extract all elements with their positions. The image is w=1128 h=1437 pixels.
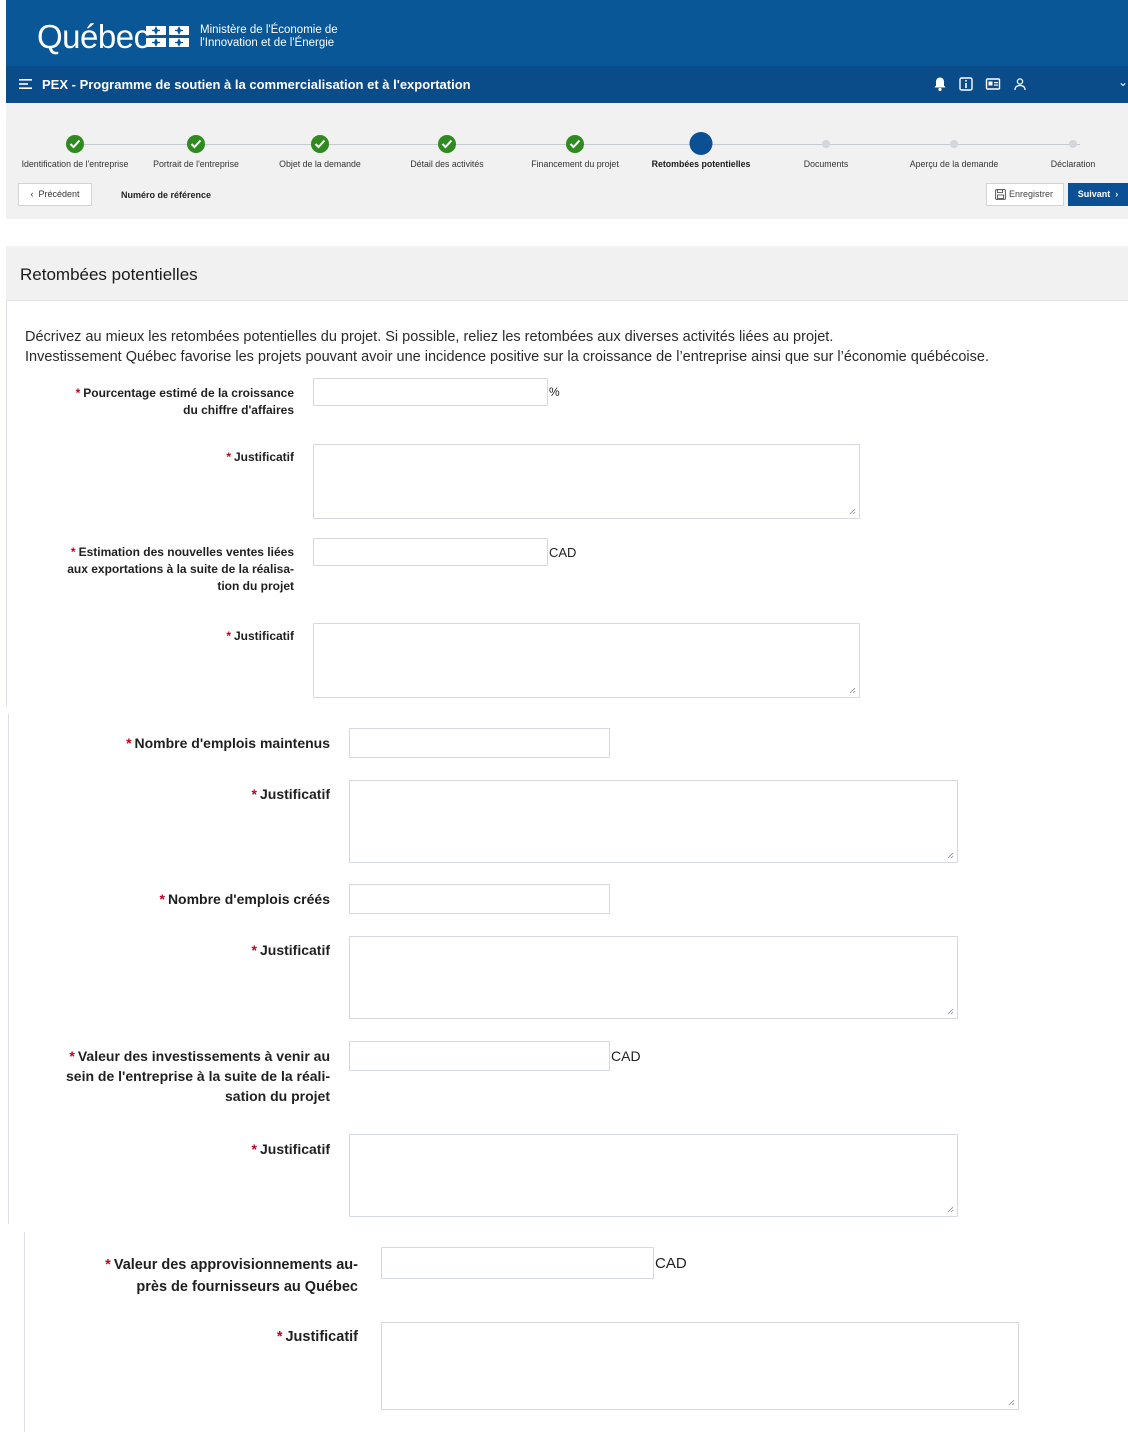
check-icon [311,135,329,153]
supplies-justification-textarea[interactable] [381,1322,1019,1410]
percent-unit: % [549,385,560,399]
resize-grip-icon[interactable] [947,1206,954,1213]
step-documents[interactable]: Documents [771,103,881,173]
growth-justification-textarea[interactable] [313,444,860,519]
jobs-created-label: * Nombre d'emplois créés [159,891,330,907]
floppy-disk-icon [995,189,1006,200]
justification-label: * Justificatif [276,1329,358,1345]
investments-input[interactable] [349,1041,610,1071]
menu-icon[interactable] [19,78,32,90]
justification-label: * Justificatif [226,450,294,464]
chevron-right-icon: › [1115,189,1119,199]
previous-button[interactable]: ‹ Précédent [18,183,92,206]
panel-border [24,1232,25,1432]
reference-number-label: Numéro de référence [121,190,212,200]
program-bar: PEX - Programme de soutien à la commerci… [6,66,1128,103]
export-sales-label: * Estimation des nouvelles ventes liées a… [67,545,294,593]
jobs-created-input[interactable] [349,884,610,914]
supplies-label: * Valeur des approvisionnements au- près … [105,1257,358,1295]
growth-percent-input[interactable] [313,378,548,406]
top-banner: Québec Ministère de l'Économie de l'Inno… [6,0,1128,66]
step-portrait[interactable]: Portrait de l'entreprise [141,103,251,173]
resize-grip-icon[interactable] [947,1008,954,1015]
jobs-created-justification-textarea[interactable] [349,936,958,1019]
justification-label: * Justificatif [251,1141,330,1157]
export-justification-textarea[interactable] [313,623,860,698]
bell-icon[interactable] [932,76,948,92]
pending-step-dot [950,140,958,148]
investments-justification-textarea[interactable] [349,1134,958,1217]
growth-percent-label: * Pourcentage estimé de la croissance du … [75,386,294,417]
pending-step-dot [822,140,830,148]
investments-label: * Valeur des investissements à venir au s… [66,1048,330,1104]
resize-grip-icon[interactable] [849,687,856,694]
justification-label: * Justificatif [226,629,294,643]
progress-stepper: Identification de l'entreprise Portrait … [6,103,1128,219]
fleur-de-lis-flag-icon [146,26,189,47]
check-icon [66,135,84,153]
cad-unit: CAD [655,1255,687,1272]
step-detail[interactable]: Détail des activités [392,103,502,173]
step-label: Déclaration [1050,159,1096,169]
section-title: Retombées potentielles [20,265,198,284]
panel-border [6,301,7,706]
chevron-down-icon[interactable]: ⌄ [1118,75,1128,89]
id-card-icon[interactable] [985,76,1001,92]
check-icon [566,135,584,153]
justification-label: * Justificatif [251,786,330,802]
next-button[interactable]: Suivant › [1068,183,1128,206]
ministry-name: Ministère de l'Économie de l'Innovation … [200,24,338,49]
check-icon [438,135,456,153]
supplies-input[interactable] [381,1247,654,1279]
step-financement[interactable]: Financement du projet [520,103,630,173]
program-title: PEX - Programme de soutien à la commerci… [42,77,471,92]
export-sales-input[interactable] [313,538,548,566]
cad-unit: CAD [549,545,577,560]
pending-step-dot [1069,140,1077,148]
cad-unit: CAD [611,1048,641,1064]
section-header: Retombées potentielles [6,246,1128,301]
resize-grip-icon[interactable] [947,852,954,859]
current-step-dot [689,132,713,155]
justification-label: * Justificatif [251,942,330,958]
panel-border [8,714,9,1224]
step-retombees[interactable]: Retombées potentielles [646,103,756,173]
user-icon[interactable] [1012,76,1028,92]
jobs-maintained-justification-textarea[interactable] [349,780,958,863]
step-identification[interactable]: Identification de l'entreprise [20,103,130,173]
resize-grip-icon[interactable] [849,508,856,515]
jobs-maintained-input[interactable] [349,728,610,758]
quebec-logo[interactable]: Québec [37,20,150,53]
resize-grip-icon[interactable] [1008,1399,1015,1406]
check-icon [187,135,205,153]
chevron-left-icon: ‹ [30,189,34,199]
save-button[interactable]: Enregistrer [986,183,1064,206]
step-declaration[interactable]: Déclaration [1018,103,1128,173]
info-icon[interactable] [958,76,974,92]
section-intro: Décrivez au mieux les retombées potentie… [25,329,989,365]
step-objet[interactable]: Objet de la demande [265,103,375,173]
jobs-maintained-label: * Nombre d'emplois maintenus [126,735,330,751]
step-apercu[interactable]: Aperçu de la demande [899,103,1009,173]
